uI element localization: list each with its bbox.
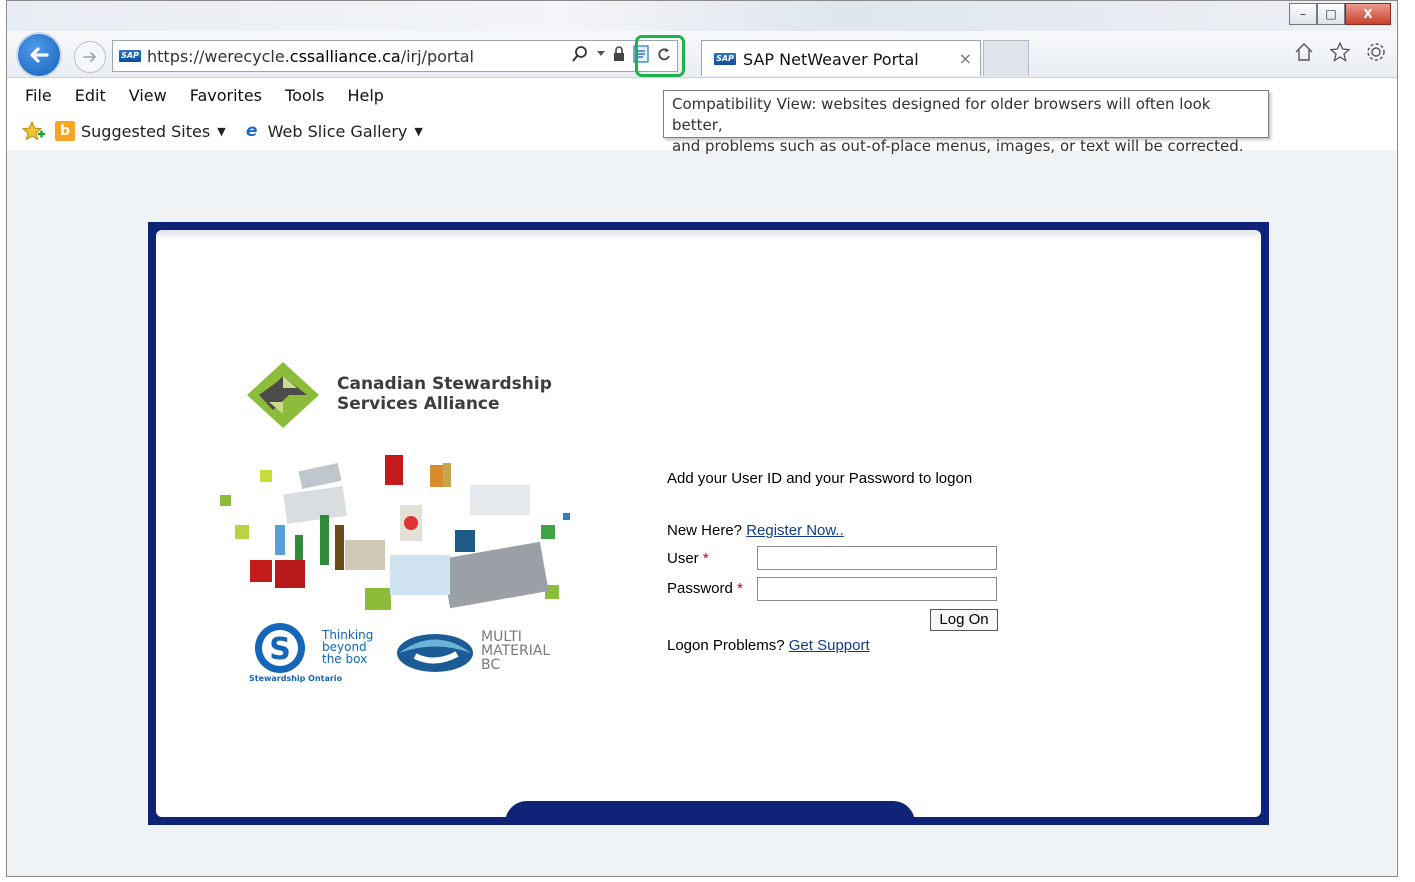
menu-tools[interactable]: Tools — [285, 86, 324, 105]
register-now-link[interactable]: Register Now.. — [746, 522, 844, 539]
gear-icon[interactable] — [1365, 41, 1387, 63]
menu-help[interactable]: Help — [347, 86, 383, 105]
compatibility-view-highlight — [635, 35, 685, 77]
forward-arrow-icon — [83, 52, 97, 62]
partner1-tagline: Thinking beyond the box — [322, 628, 374, 666]
logo-line-2: Services Alliance — [337, 394, 500, 414]
back-button[interactable] — [16, 32, 62, 78]
suggested-sites-link[interactable]: b Suggested Sites ▼ — [55, 121, 226, 141]
suggested-sites-label: Suggested Sites — [81, 121, 211, 141]
user-label: User — [667, 550, 699, 567]
add-to-favorites-icon[interactable] — [21, 120, 47, 142]
svg-text:S: S — [269, 632, 291, 667]
portal-bottom-tab — [505, 801, 915, 825]
get-support-link[interactable]: Get Support — [789, 637, 870, 654]
new-here-row: New Here? Register Now.. — [667, 522, 844, 539]
required-marker: * — [702, 550, 709, 567]
password-label: Password — [667, 580, 733, 597]
home-icon[interactable] — [1293, 41, 1315, 63]
tab-title: SAP NetWeaver Portal — [743, 50, 919, 69]
dropdown-arrow-icon[interactable] — [597, 51, 605, 57]
password-label-row: Password * — [667, 580, 743, 597]
menu-bar: File Edit View Favorites Tools Help — [25, 86, 407, 105]
window-controls: – □ X — [1289, 3, 1391, 27]
maximize-button[interactable]: □ — [1317, 3, 1345, 25]
sap-tab-favicon-icon: SAP — [714, 53, 736, 65]
menu-favorites[interactable]: Favorites — [190, 86, 262, 105]
tab-sap-netweaver-portal[interactable]: SAP SAP NetWeaver Portal × — [701, 40, 981, 76]
address-bar[interactable]: SAP https://werecycle.cssalliance.ca/irj… — [112, 40, 678, 72]
menu-view[interactable]: View — [129, 86, 167, 105]
cssa-logo: Canadian Stewardship Services Alliance — [245, 360, 555, 440]
favorites-star-icon[interactable] — [1329, 41, 1351, 63]
sap-favicon-icon: SAP — [119, 50, 141, 62]
favorites-bar: b Suggested Sites ▼ e Web Slice Gallery … — [21, 120, 439, 142]
tooltip-line-2: and problems such as out-of-place menus,… — [672, 137, 1244, 155]
chevron-down-icon: ▼ — [414, 124, 423, 138]
user-input[interactable] — [757, 546, 997, 570]
browser-toolbar-icons — [1293, 41, 1387, 63]
logo-line-1: Canadian Stewardship — [337, 374, 552, 394]
web-slice-gallery-link[interactable]: e Web Slice Gallery ▼ — [242, 121, 423, 141]
tooltip-line-1: Compatibility View: websites designed fo… — [672, 95, 1211, 134]
forward-button[interactable] — [74, 41, 106, 73]
close-window-button[interactable]: X — [1345, 3, 1391, 25]
tab-close-icon[interactable]: × — [959, 49, 972, 68]
url-prefix: https://werecycle. — [147, 47, 290, 66]
lock-icon[interactable] — [613, 46, 625, 62]
back-arrow-icon — [30, 47, 49, 63]
url-path: /irj/portal — [400, 47, 474, 66]
cssa-logo-mark-icon — [247, 362, 319, 428]
logon-problems-label: Logon Problems? — [667, 637, 785, 654]
web-slice-gallery-label: Web Slice Gallery — [267, 121, 408, 141]
required-marker: * — [737, 580, 743, 597]
minimize-button[interactable]: – — [1289, 3, 1317, 25]
login-instructions: Add your User ID and your Password to lo… — [667, 470, 973, 487]
logon-problems-row: Logon Problems? Get Support — [667, 637, 870, 654]
url-text[interactable]: https://werecycle.cssalliance.ca/irj/por… — [147, 47, 474, 66]
mmbc-logo-icon — [397, 634, 473, 672]
internet-explorer-icon: e — [245, 121, 258, 141]
menu-edit[interactable]: Edit — [75, 86, 106, 105]
password-input[interactable] — [757, 577, 997, 601]
log-on-button[interactable]: Log On — [930, 609, 998, 631]
bing-icon: b — [55, 121, 75, 141]
menu-file[interactable]: File — [25, 86, 52, 105]
url-domain: cssalliance.ca — [289, 47, 401, 66]
cssa-logo-text: Canadian Stewardship Services Alliance — [337, 374, 552, 414]
chevron-down-icon: ▼ — [217, 124, 226, 138]
partner2-name: MULTI MATERIAL BC — [481, 629, 551, 673]
search-icon[interactable] — [571, 45, 589, 63]
compatibility-view-tooltip: Compatibility View: websites designed fo… — [663, 90, 1269, 155]
partner-logos: S Stewardship Ontario Thinking beyond th… — [245, 620, 565, 685]
partner1-caption: Stewardship Ontario — [249, 674, 343, 683]
recyclables-collage-image — [220, 455, 570, 610]
new-tab-button[interactable] — [983, 40, 1029, 76]
user-label-row: User * — [667, 550, 709, 567]
new-here-label: New Here? — [667, 522, 743, 539]
